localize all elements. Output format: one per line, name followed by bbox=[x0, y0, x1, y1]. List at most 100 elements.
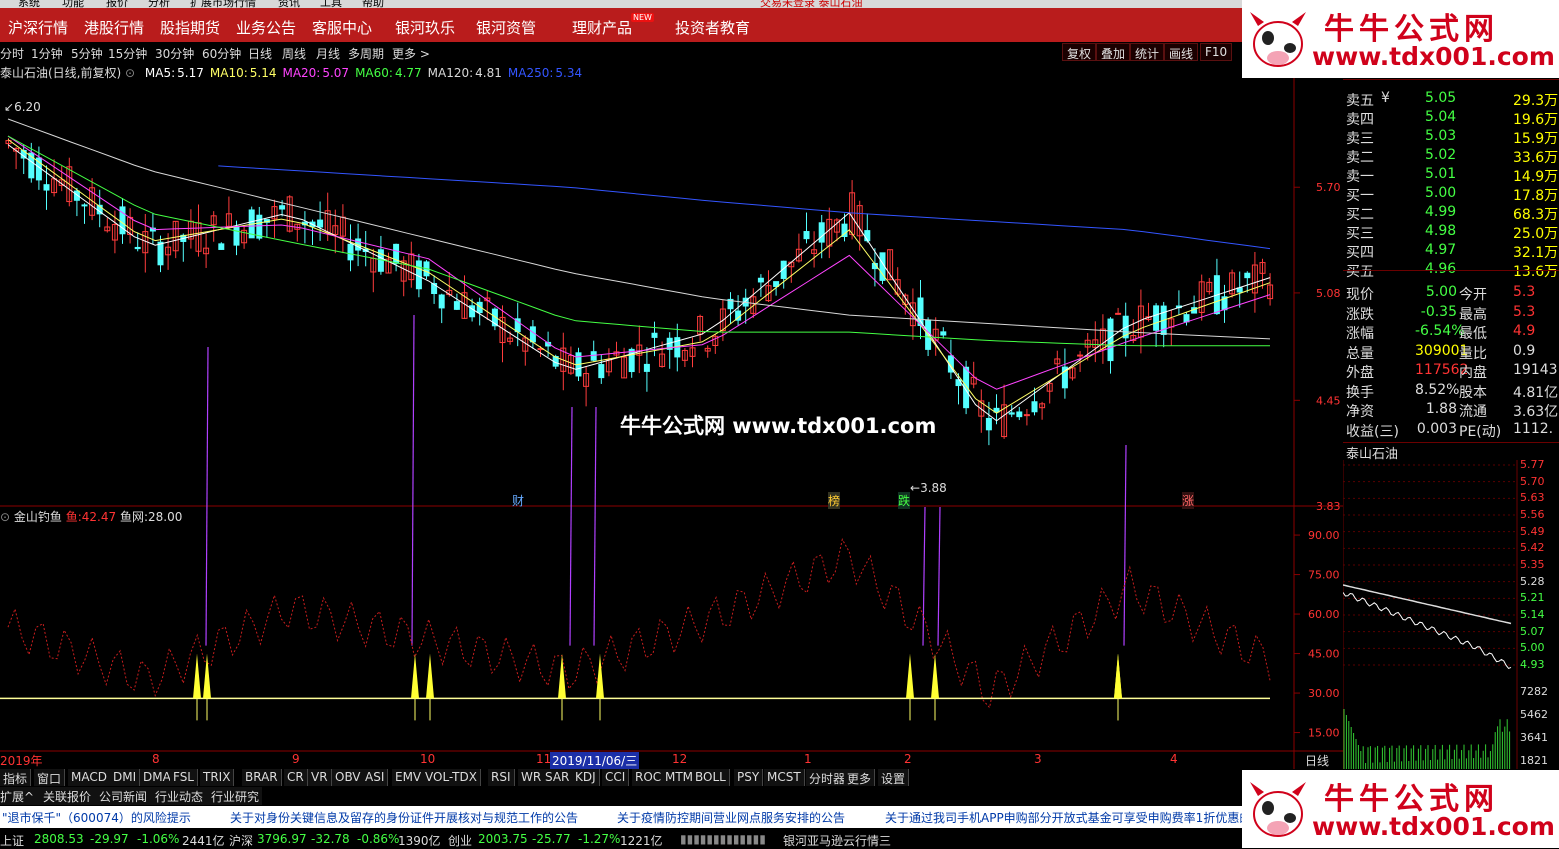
indicator-tab[interactable]: VR bbox=[308, 769, 332, 786]
link-tab[interactable]: 关联报价 bbox=[43, 788, 91, 805]
status-sh-label[interactable]: 上证 bbox=[0, 832, 24, 849]
stat-value: 8.52% bbox=[1415, 381, 1460, 398]
menu-help[interactable]: 帮助 bbox=[362, 0, 384, 8]
indicator-tab[interactable]: 窗口 bbox=[34, 769, 66, 786]
status-cy-label[interactable]: 创业 bbox=[448, 832, 472, 849]
period-15m[interactable]: 15分钟 bbox=[108, 45, 147, 62]
indicator-tab[interactable]: EMV bbox=[392, 769, 426, 786]
indicator-tab[interactable]: MCST bbox=[764, 769, 805, 786]
period-30m[interactable]: 30分钟 bbox=[155, 45, 194, 62]
candle-body bbox=[81, 204, 88, 207]
menu-quote[interactable]: 报价 bbox=[106, 0, 128, 8]
indicator-tab[interactable]: KDJ bbox=[572, 769, 600, 786]
menu-info[interactable]: 资讯 bbox=[278, 0, 300, 8]
indicator-tab[interactable]: FSL bbox=[170, 769, 198, 786]
news-item[interactable]: 关于疫情防控期间营业网点服务安排的公告 bbox=[617, 809, 845, 826]
indicator-tab[interactable]: SAR bbox=[542, 769, 574, 786]
period-multi[interactable]: 多周期 bbox=[348, 45, 384, 62]
nav-service[interactable]: 客服中心 bbox=[312, 17, 372, 38]
indicator-tab[interactable]: ASI bbox=[362, 769, 389, 786]
indicator-tab[interactable]: RSI bbox=[488, 769, 515, 786]
marker-list[interactable]: 榜 bbox=[828, 492, 841, 509]
indicator-tab[interactable]: MACD bbox=[68, 769, 111, 786]
ma-value: MA60: 4.77 bbox=[355, 66, 422, 80]
period-tick[interactable]: 分时 bbox=[0, 45, 24, 62]
indicator-tab[interactable]: VOL-TDX bbox=[422, 769, 481, 786]
nav-futures[interactable]: 股指期货 bbox=[160, 17, 220, 38]
indicator-tab[interactable]: BRAR bbox=[242, 769, 282, 786]
stat-value: -6.54% bbox=[1415, 323, 1465, 339]
period-month[interactable]: 月线 bbox=[316, 45, 340, 62]
mini-tick: 5.07 bbox=[1520, 624, 1545, 638]
restore-rights-button[interactable]: 复权 bbox=[1062, 43, 1097, 61]
period-1m[interactable]: 1分钟 bbox=[31, 45, 63, 62]
overlay-button[interactable]: 叠加 bbox=[1096, 43, 1131, 61]
order-volume: 33.6万 bbox=[1513, 150, 1559, 166]
indicator-tab[interactable]: 更多 bbox=[844, 769, 876, 786]
chart-title: 泰山石油(日线,前复权) bbox=[0, 66, 122, 80]
link-tab[interactable]: 公司新闻 bbox=[99, 788, 147, 805]
indicator-tick-label: 45.00 bbox=[1308, 648, 1340, 661]
nav-asset[interactable]: 银河资管 bbox=[476, 17, 536, 38]
link-tab[interactable]: 扩展^ bbox=[0, 788, 34, 805]
indicator-name[interactable]: 金山钓鱼 bbox=[14, 510, 62, 524]
indicator-tab[interactable]: 分时器 bbox=[806, 769, 850, 786]
order-price: 5.00 bbox=[1425, 185, 1457, 201]
news-item[interactable]: 关于对身份关键信息及留存的身份证件开展核对与规范工作的公告 bbox=[230, 809, 578, 826]
nav-jiule[interactable]: 银河玖乐 bbox=[395, 17, 455, 38]
mini-volume bbox=[1343, 709, 1511, 769]
indicator-tab[interactable]: 设置 bbox=[878, 769, 910, 786]
period-day[interactable]: 日线 bbox=[248, 45, 272, 62]
stats-button[interactable]: 统计 bbox=[1130, 43, 1165, 61]
status-hs-label[interactable]: 沪深 bbox=[229, 832, 253, 849]
draw-button[interactable]: 画线 bbox=[1164, 43, 1199, 61]
menu-tools[interactable]: 工具 bbox=[320, 0, 342, 8]
nav-hs[interactable]: 沪深行情 bbox=[8, 17, 68, 38]
nav-education[interactable]: 投资者教育 bbox=[675, 17, 750, 38]
link-tab[interactable]: 行业研究 bbox=[211, 788, 259, 805]
period-week[interactable]: 周线 bbox=[282, 45, 306, 62]
indicator-tab[interactable]: OBV bbox=[332, 769, 365, 786]
news-item[interactable]: 关于通过我司手机APP申购部分开放式基金可享受申购费率1折优惠的 bbox=[885, 809, 1242, 826]
indicator-tab[interactable]: ROC bbox=[632, 769, 666, 786]
stat-label: 现价 bbox=[1346, 287, 1374, 303]
order-row: 买一 5.00 17.8万 bbox=[1343, 185, 1559, 204]
nav-hk[interactable]: 港股行情 bbox=[84, 17, 144, 38]
order-label: 卖三 bbox=[1346, 131, 1374, 147]
period-more[interactable]: 更多 > bbox=[392, 45, 430, 62]
indicator-tab[interactable]: CCI bbox=[602, 769, 630, 786]
indicator-tab[interactable]: CR bbox=[284, 769, 308, 786]
order-row: 买四 4.97 32.1万 bbox=[1343, 242, 1559, 261]
mini-tick: 5.21 bbox=[1520, 591, 1545, 605]
indicator-tab[interactable]: DMI bbox=[110, 769, 141, 786]
indicator-tab[interactable]: TRIX bbox=[200, 769, 235, 786]
period-5m[interactable]: 5分钟 bbox=[71, 45, 103, 62]
stat-label-2: 最低 bbox=[1459, 326, 1487, 342]
candle-body bbox=[598, 364, 605, 379]
f10-button[interactable]: F10 bbox=[1200, 43, 1233, 61]
period-60m[interactable]: 60分钟 bbox=[202, 45, 241, 62]
menu-function[interactable]: 功能 bbox=[62, 0, 84, 8]
low-label: ←3.88 bbox=[910, 481, 947, 495]
indicator-tab[interactable]: 指标 bbox=[0, 769, 32, 786]
menu-system[interactable]: 系统 bbox=[18, 0, 40, 8]
cow-logo-icon bbox=[1250, 12, 1306, 67]
nav-notice[interactable]: 业务公告 bbox=[236, 17, 296, 38]
marker-up[interactable]: 涨 bbox=[1182, 492, 1195, 509]
indicator-tab[interactable]: BOLL bbox=[692, 769, 730, 786]
menu-analysis[interactable]: 分析 bbox=[148, 0, 170, 8]
mini-tick: 5.56 bbox=[1520, 508, 1545, 521]
mini-tick: 5.63 bbox=[1520, 491, 1545, 505]
candle-body bbox=[1115, 312, 1122, 315]
news-item[interactable]: "退市保千"（600074）的风险提示 bbox=[2, 809, 191, 826]
marker-down[interactable]: 跌 bbox=[898, 492, 911, 509]
order-label: 卖五 bbox=[1346, 93, 1374, 109]
indicator-tab[interactable]: PSY bbox=[734, 769, 764, 786]
stat-value-2: 4.81亿 bbox=[1513, 384, 1559, 401]
menu-extended[interactable]: 扩展市场行情 bbox=[190, 0, 256, 8]
nav-wealth[interactable]: 理财产品 bbox=[572, 17, 632, 38]
link-tab[interactable]: 行业动态 bbox=[155, 788, 203, 805]
marker-finance[interactable]: 财 bbox=[512, 492, 524, 509]
ma-label: MA120: bbox=[427, 66, 474, 80]
mini-vol-tick: 3641 bbox=[1520, 731, 1548, 744]
